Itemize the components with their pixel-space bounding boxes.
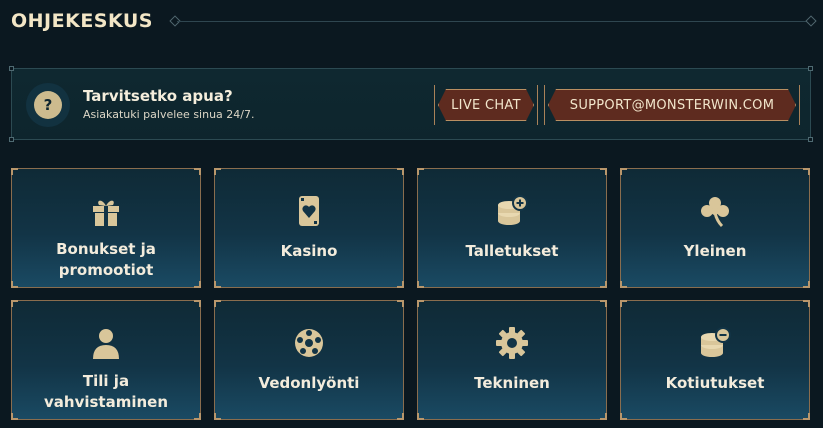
card-corner: [214, 413, 221, 420]
card-corner: [600, 413, 607, 420]
category-card-casino[interactable]: Kasino: [214, 168, 404, 288]
card-corner: [803, 300, 810, 307]
category-card-betting[interactable]: Vedonlyönti: [214, 300, 404, 420]
page-title: OHJEKESKUS: [11, 10, 153, 32]
card-corner: [620, 281, 627, 288]
gear-icon: [496, 327, 528, 359]
category-card-withdrawals[interactable]: Kotiutukset: [620, 300, 810, 420]
live-chat-button[interactable]: LIVE CHAT: [438, 89, 534, 121]
card-corner: [397, 413, 404, 420]
card-corner: [417, 413, 424, 420]
panel-corner: [9, 66, 14, 71]
card-corner: [417, 300, 424, 307]
card-corner: [11, 300, 18, 307]
category-card-general[interactable]: Yleinen: [620, 168, 810, 288]
card-corner: [194, 168, 201, 175]
card-corner: [600, 168, 607, 175]
card-corner: [600, 300, 607, 307]
category-label: Vedonlyönti: [258, 374, 360, 392]
panel-corner: [808, 66, 813, 71]
category-card-bonuses[interactable]: Bonukset ja promootiot: [11, 168, 201, 288]
card-corner: [214, 168, 221, 175]
panel-corner: [808, 137, 813, 142]
card-corner: [214, 281, 221, 288]
card-corner: [397, 168, 404, 175]
soccer-ball-icon: [295, 329, 323, 357]
category-label: Kotiutukset: [665, 374, 765, 392]
category-label: Yleinen: [683, 242, 747, 260]
category-label: Bonukset ja promootiot: [56, 240, 156, 279]
support-email-button[interactable]: SUPPORT@MONSTERWIN.COM: [548, 89, 796, 121]
category-label: Tekninen: [474, 374, 550, 392]
card-corner: [11, 168, 18, 175]
card-corner: [600, 281, 607, 288]
gift-icon: [93, 200, 119, 226]
page-header: OHJEKESKUS: [11, 8, 817, 34]
category-card-deposits[interactable]: Talletukset: [417, 168, 607, 288]
category-label: Kasino: [280, 242, 338, 260]
card-corner: [11, 281, 18, 288]
header-diamond-right: [805, 15, 817, 27]
card-corner: [397, 300, 404, 307]
card-corner: [417, 281, 424, 288]
card-corner: [397, 281, 404, 288]
category-label: Talletukset: [465, 242, 559, 260]
card-corner: [803, 168, 810, 175]
question-icon: ?: [34, 91, 62, 119]
panel-corner: [9, 137, 14, 142]
card-corner: [620, 300, 627, 307]
playing-card-icon: [299, 196, 319, 226]
help-title: Tarvitsetko apua?: [83, 87, 233, 105]
card-corner: [194, 413, 201, 420]
category-card-technical[interactable]: Tekninen: [417, 300, 607, 420]
card-corner: [803, 281, 810, 288]
card-corner: [803, 413, 810, 420]
coins-minus-icon: [701, 327, 731, 357]
card-corner: [194, 300, 201, 307]
header-divider: [177, 21, 811, 22]
card-corner: [417, 168, 424, 175]
card-corner: [620, 413, 627, 420]
card-corner: [620, 168, 627, 175]
coins-plus-icon: [498, 195, 528, 225]
category-label: Tili ja vahvistaminen: [43, 372, 169, 411]
clover-icon: [701, 197, 729, 228]
help-panel: ? Tarvitsetko apua? Asiakatuki palvelee …: [9, 66, 813, 142]
user-icon: [93, 329, 119, 359]
card-corner: [214, 300, 221, 307]
card-corner: [11, 413, 18, 420]
card-corner: [194, 281, 201, 288]
help-subtitle: Asiakatuki palvelee sinua 24/7.: [83, 108, 255, 121]
category-card-account[interactable]: Tili ja vahvistaminen: [11, 300, 201, 420]
